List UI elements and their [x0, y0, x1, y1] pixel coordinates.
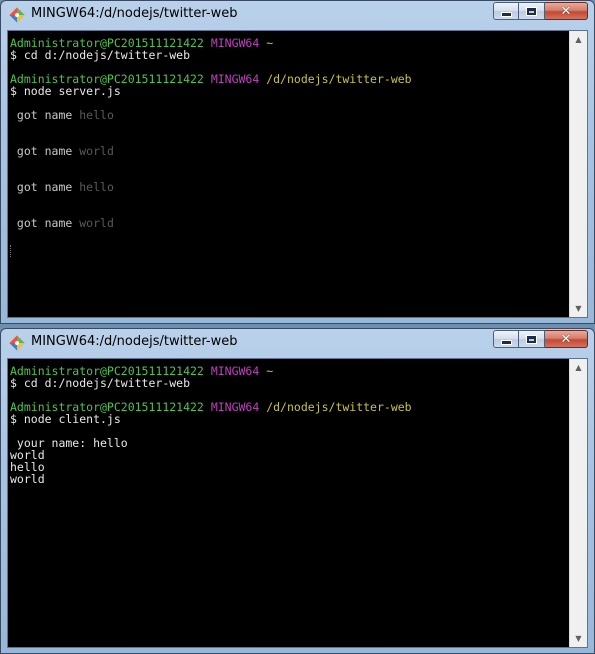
minimize-button[interactable]: [493, 2, 519, 20]
caption-buttons: ✕: [493, 2, 588, 21]
console-line: got name world: [10, 217, 570, 229]
console-line: got name world: [10, 145, 570, 157]
console-text: MINGW64: [210, 400, 260, 414]
console-text: got name: [10, 216, 80, 230]
vertical-scrollbar[interactable]: ▲ ▼: [569, 31, 587, 317]
console-text: MINGW64: [210, 36, 260, 50]
console-text: /d/nodejs/twitter-web: [259, 72, 412, 86]
console-text: world: [79, 144, 114, 158]
console-line: got name hello: [10, 181, 570, 193]
scroll-down-arrow-icon[interactable]: ▼: [570, 630, 587, 647]
console-text: world: [79, 216, 114, 230]
console-text: got name: [10, 180, 80, 194]
console-line: $ cd d:/nodejs/twitter-web: [10, 49, 570, 61]
maximize-button[interactable]: [519, 2, 545, 20]
caption-buttons: ✕: [493, 330, 588, 349]
terminal-area[interactable]: Administrator@PC201511121422 MINGW64 ~ $ …: [7, 30, 588, 318]
console-text: hello: [79, 108, 114, 122]
console-text: got name: [10, 108, 80, 122]
git-bash-icon: [9, 335, 25, 351]
console-line: hello: [10, 461, 570, 473]
maximize-icon: [526, 334, 537, 344]
console-text: $ cd d:/nodejs/twitter-web: [10, 376, 191, 390]
console-line: your name: hello: [10, 437, 570, 449]
console-text: $ node client.js: [10, 412, 121, 426]
console-line: got name hello: [10, 109, 570, 121]
vertical-scrollbar[interactable]: ▲ ▼: [569, 359, 587, 647]
console-output[interactable]: Administrator@PC201511121422 MINGW64 ~ $ …: [8, 359, 570, 647]
title-bar[interactable]: MINGW64:/d/nodejs/twitter-web ✕: [1, 329, 594, 357]
text-cursor: [10, 245, 12, 257]
console-text: ~: [259, 364, 274, 378]
close-button[interactable]: ✕: [545, 330, 588, 348]
close-icon: ✕: [560, 331, 572, 347]
console-text: MINGW64: [210, 364, 260, 378]
console-text: got name: [10, 144, 80, 158]
maximize-icon: [526, 6, 537, 16]
console-line: $ cd d:/nodejs/twitter-web: [10, 377, 570, 389]
console-line: $ node client.js: [10, 413, 570, 425]
scroll-up-arrow-icon[interactable]: ▲: [570, 31, 587, 48]
maximize-button[interactable]: [519, 330, 545, 348]
terminal-window-server[interactable]: MINGW64:/d/nodejs/twitter-web ✕ Administ…: [0, 0, 595, 324]
console-text: ~: [259, 36, 274, 50]
console-line: $ node server.js: [10, 85, 570, 97]
terminal-area[interactable]: Administrator@PC201511121422 MINGW64 ~ $ …: [7, 358, 588, 648]
terminal-window-client[interactable]: MINGW64:/d/nodejs/twitter-web ✕ Administ…: [0, 328, 595, 654]
scroll-down-arrow-icon[interactable]: ▼: [570, 300, 587, 317]
console-text: hello: [79, 180, 114, 194]
console-line: world: [10, 473, 570, 485]
minimize-button[interactable]: [493, 330, 519, 348]
minimize-icon: [500, 339, 512, 345]
console-output[interactable]: Administrator@PC201511121422 MINGW64 ~ $ …: [8, 31, 570, 317]
console-text: world: [10, 472, 45, 486]
console-text: $ cd d:/nodejs/twitter-web: [10, 48, 191, 62]
console-line: world: [10, 449, 570, 461]
window-title: MINGW64:/d/nodejs/twitter-web: [31, 334, 238, 349]
git-bash-icon: [9, 7, 25, 23]
close-icon: ✕: [560, 3, 572, 19]
console-text: /d/nodejs/twitter-web: [259, 400, 412, 414]
console-text: $ node server.js: [10, 84, 121, 98]
window-title: MINGW64:/d/nodejs/twitter-web: [31, 6, 238, 21]
title-bar[interactable]: MINGW64:/d/nodejs/twitter-web ✕: [1, 1, 594, 29]
close-button[interactable]: ✕: [545, 2, 588, 20]
console-text: MINGW64: [210, 72, 260, 86]
minimize-icon: [500, 11, 512, 17]
scroll-up-arrow-icon[interactable]: ▲: [570, 359, 587, 376]
